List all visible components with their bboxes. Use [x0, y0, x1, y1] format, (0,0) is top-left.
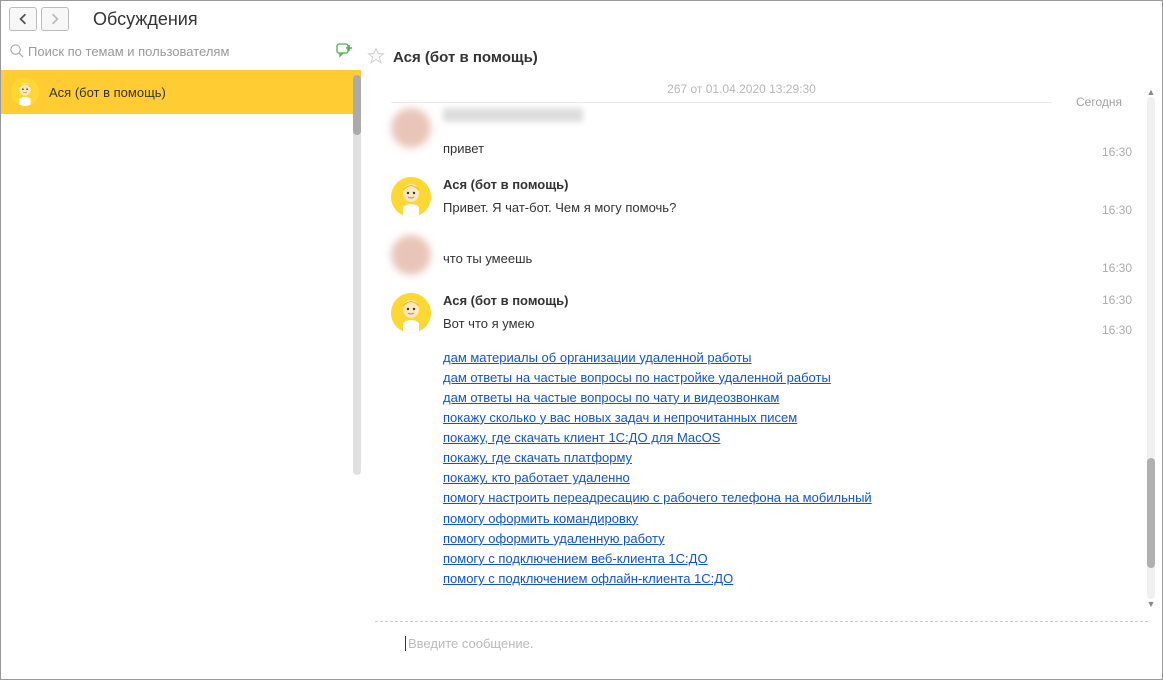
chat-title: Ася (бот в помощь): [393, 49, 538, 66]
conversation-list: Ася (бот в помощь): [1, 70, 361, 679]
capability-link[interactable]: покажу, кто работает удаленно: [443, 468, 1082, 488]
message-time: 16:30: [1094, 261, 1132, 275]
capability-links: дам материалы об организации удаленной р…: [443, 348, 1082, 590]
message-sender: Ася (бот в помощь): [443, 177, 1082, 192]
capability-link[interactable]: покажу, где скачать платформу: [443, 448, 1082, 468]
message-time: 16:30: [1094, 203, 1132, 217]
message-text: привет: [443, 139, 1082, 159]
today-label: Сегодня: [1072, 95, 1126, 109]
sidebar: Ася (бот в помощь): [1, 37, 361, 679]
capability-link[interactable]: помогу с подключением офлайн-клиента 1С:…: [443, 569, 1082, 589]
message-sender: Ася (бот в помощь): [443, 293, 1082, 308]
message-text: Привет. Я чат-бот. Чем я могу помочь?: [443, 198, 1082, 218]
capability-link[interactable]: дам материалы об организации удаленной р…: [443, 348, 1082, 368]
message-text: Вот что я умею: [443, 314, 1082, 334]
conversation-label: Ася (бот в помощь): [49, 85, 166, 100]
message-input[interactable]: [405, 636, 1118, 651]
capability-link[interactable]: дам ответы на частые вопросы по настройк…: [443, 368, 1082, 388]
message-time: 16:30: [1094, 323, 1132, 337]
scrollbar[interactable]: ▲ ▼: [1146, 87, 1156, 609]
message: Ася (бот в помощь) Вот что я умею дам ма…: [391, 293, 1132, 589]
forward-button[interactable]: [41, 7, 69, 31]
user-avatar-icon: [391, 235, 431, 275]
user-avatar-icon: [391, 108, 431, 148]
bot-avatar-icon: [391, 177, 431, 217]
bot-avatar-icon: [11, 78, 39, 106]
page-title: Обсуждения: [93, 9, 198, 30]
capability-link[interactable]: покажу, где скачать клиент 1С:ДО для Mac…: [443, 428, 1082, 448]
chat-panel: Ася (бот в помощь) 267 от 01.04.2020 13:…: [361, 37, 1162, 679]
back-button[interactable]: [9, 7, 37, 31]
capability-link[interactable]: дам ответы на частые вопросы по чату и в…: [443, 388, 1082, 408]
message-input-area: [375, 621, 1148, 665]
search-row: [1, 37, 361, 70]
capability-link[interactable]: помогу с подключением веб-клиента 1С:ДО: [443, 549, 1082, 569]
message: что ты умеешь 16:30: [391, 235, 1132, 275]
capability-link[interactable]: помогу оформить командировку: [443, 509, 1082, 529]
prev-date-label: 267 от 01.04.2020 13:29:30: [391, 82, 1132, 96]
scroll-down-icon[interactable]: ▼: [1147, 599, 1156, 609]
message-time: 16:30: [1094, 293, 1132, 307]
capability-link[interactable]: помогу настроить переадресацию с рабочег…: [443, 488, 1082, 508]
bot-avatar-icon: [391, 293, 431, 333]
add-conversation-button[interactable]: [335, 41, 353, 62]
message-time: 16:30: [1094, 145, 1132, 159]
chat-header: Ася (бот в помощь): [361, 37, 1162, 80]
scrollbar[interactable]: [353, 75, 361, 475]
toolbar: Обсуждения: [1, 1, 1162, 37]
capability-link[interactable]: помогу оформить удаленную работу: [443, 529, 1082, 549]
search-input[interactable]: [28, 44, 331, 59]
message: Ася (бот в помощь) Привет. Я чат-бот. Че…: [391, 177, 1132, 218]
message: привет 16:30: [391, 108, 1132, 159]
star-icon[interactable]: [367, 47, 385, 68]
scroll-up-icon[interactable]: ▲: [1147, 87, 1156, 97]
conversation-item[interactable]: Ася (бот в помощь): [1, 70, 361, 114]
chat-body: 267 от 01.04.2020 13:29:30 Сегодня приве…: [361, 80, 1162, 615]
message-sender: [443, 108, 583, 122]
capability-link[interactable]: покажу сколько у вас новых задач и непро…: [443, 408, 1082, 428]
message-text: что ты умеешь: [443, 249, 1082, 269]
search-icon: [9, 43, 24, 61]
